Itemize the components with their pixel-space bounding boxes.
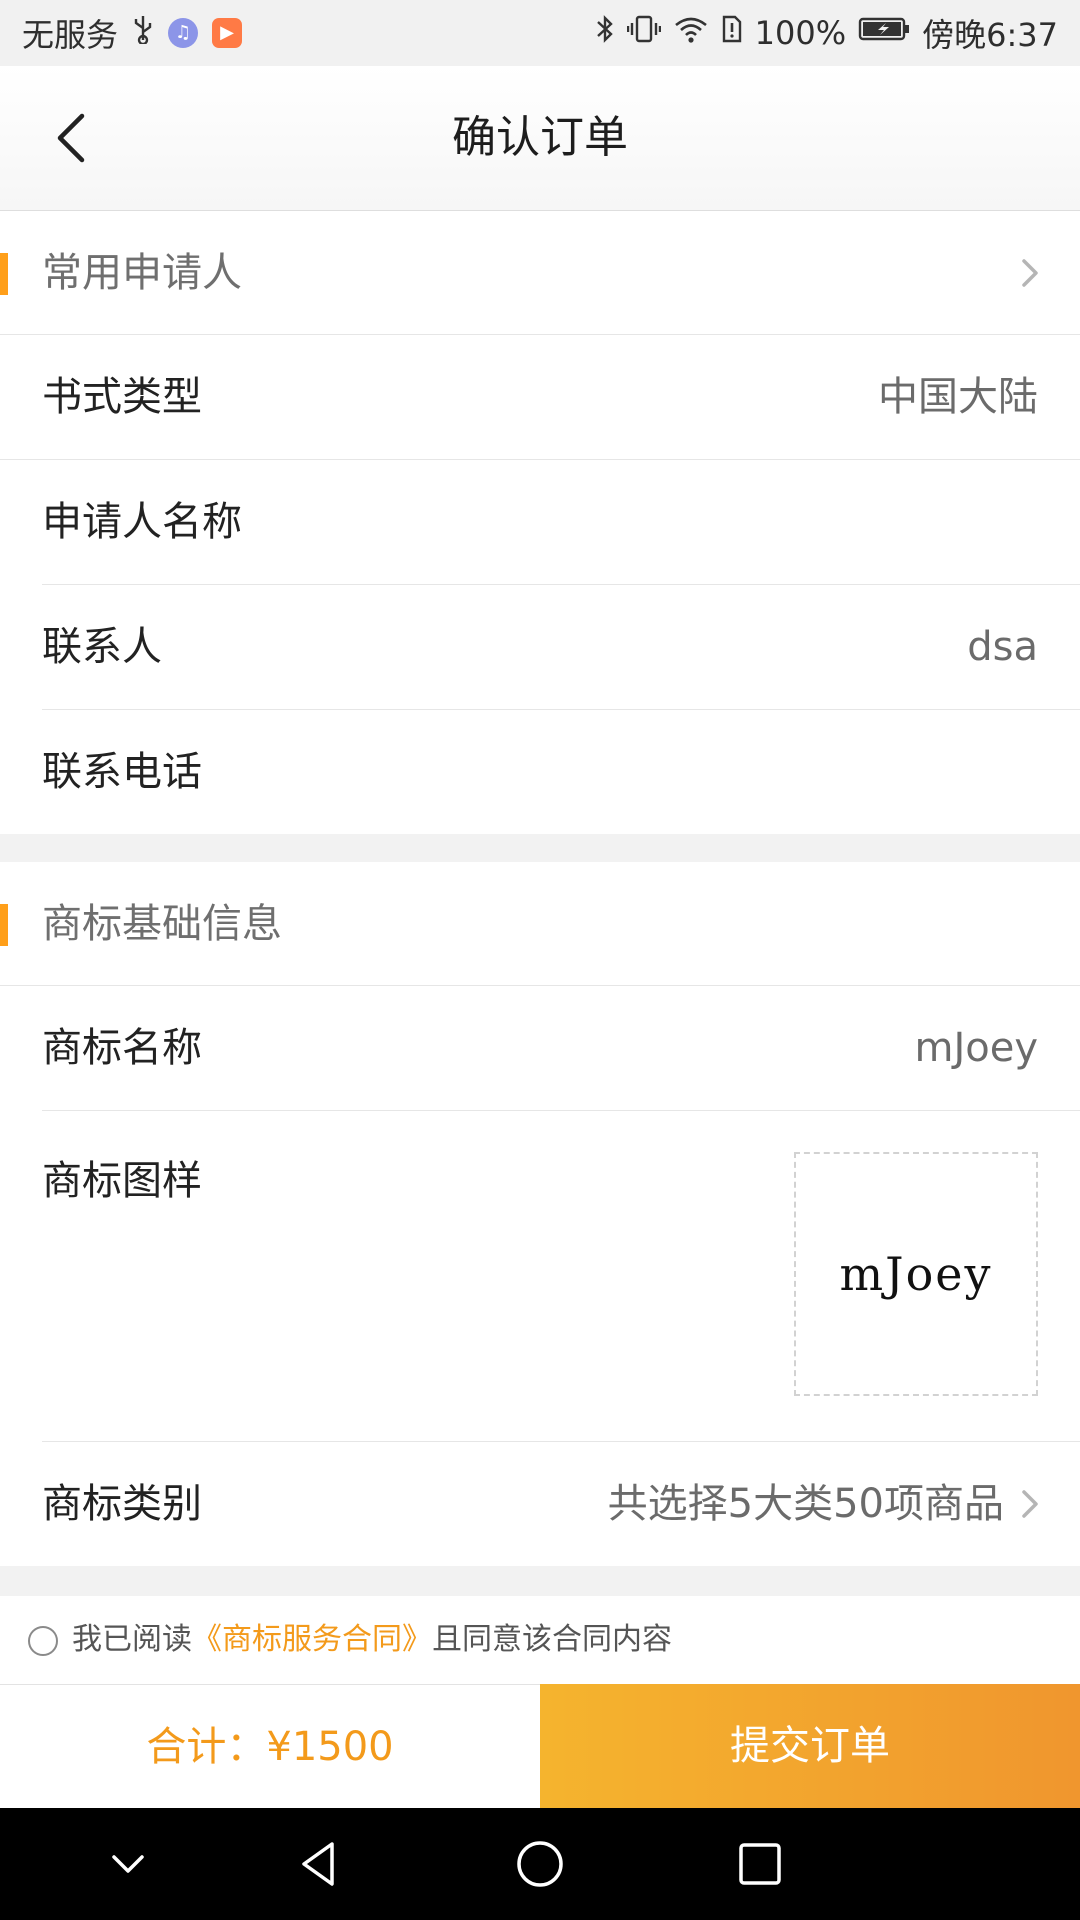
section-title-trademark: 商标基础信息: [42, 901, 282, 947]
chevron-right-icon: [1022, 259, 1038, 287]
status-bar: 无服务 ♫ ▶ 100% 傍晚6:37: [0, 0, 1080, 66]
section-title-applicant: 常用申请人: [42, 250, 242, 296]
trademark-sample-image[interactable]: mJoey: [794, 1152, 1038, 1396]
applicant-name-label: 申请人名称: [42, 499, 242, 545]
contact-person-label: 联系人: [42, 624, 162, 670]
document-type-value: 中国大陆: [878, 374, 1038, 420]
agreement-text: 我已阅读《商标服务合同》且同意该合同内容: [72, 1596, 672, 1684]
contract-link[interactable]: 《商标服务合同》: [192, 1622, 432, 1657]
nav-hide-button[interactable]: [72, 1808, 184, 1920]
agreement-row: 我已阅读《商标服务合同》且同意该合同内容: [0, 1596, 1080, 1684]
trademark-name-label: 商标名称: [42, 1025, 202, 1071]
battery-icon: [858, 14, 910, 52]
contact-phone-label: 联系电话: [42, 749, 202, 795]
section-accent-bar: [0, 904, 8, 946]
back-triangle-icon: [302, 1842, 334, 1886]
sim-alert-icon: [721, 14, 743, 52]
trademark-category-value: 共选择5大类50项商品: [607, 1481, 1004, 1527]
chevron-left-icon: [57, 113, 85, 163]
trademark-category-row[interactable]: 商标类别 共选择5大类50项商品: [0, 1442, 1080, 1566]
bluetooth-icon: [595, 14, 615, 52]
contact-phone-row[interactable]: 联系电话: [0, 710, 1080, 834]
recent-square-icon: [739, 1843, 781, 1885]
vibrate-icon: [626, 14, 661, 52]
nav-home-button[interactable]: [484, 1808, 596, 1920]
video-app-icon: ▶: [212, 18, 243, 48]
trademark-name-row[interactable]: 商标名称 mJoey: [0, 986, 1080, 1110]
document-type-label: 书式类型: [42, 374, 202, 420]
agreement-prefix: 我已阅读: [72, 1622, 192, 1657]
order-total: 合计：¥1500: [0, 1685, 540, 1809]
system-nav-bar: [0, 1808, 1080, 1920]
agreement-suffix: 且同意该合同内容: [432, 1622, 672, 1657]
chevron-down-icon: [112, 1855, 144, 1873]
title-bar: 确认订单: [0, 66, 1080, 211]
contact-person-value: dsa: [967, 624, 1038, 670]
trademark-name-value: mJoey: [914, 1025, 1038, 1071]
status-bar-right: 100% 傍晚6:37: [595, 10, 1058, 56]
trademark-sample-label: 商标图样: [42, 1158, 202, 1204]
bottom-action-bar: 合计：¥1500 提交订单: [0, 1684, 1080, 1809]
trademark-section-header: 商标基础信息: [0, 862, 1080, 986]
trademark-sample-text: mJoey: [839, 1247, 993, 1301]
chevron-right-icon: [1022, 1490, 1038, 1518]
section-gap: [0, 1566, 1080, 1596]
submit-order-button[interactable]: 提交订单: [540, 1684, 1080, 1808]
document-type-row[interactable]: 书式类型 中国大陆: [0, 335, 1080, 459]
home-circle-icon: [517, 1841, 563, 1887]
wifi-icon: [673, 14, 709, 52]
battery-percent: 100%: [754, 14, 847, 52]
usb-icon: [132, 14, 154, 52]
frequent-applicant-row[interactable]: 常用申请人: [0, 211, 1080, 335]
contact-person-row[interactable]: 联系人 dsa: [0, 585, 1080, 709]
nav-back-button[interactable]: [264, 1808, 376, 1920]
back-button[interactable]: [44, 106, 104, 170]
section-gap: [0, 834, 1080, 862]
status-bar-left: 无服务 ♫ ▶: [22, 10, 243, 56]
applicant-name-row[interactable]: 申请人名称: [0, 460, 1080, 584]
music-app-icon: ♫: [168, 18, 199, 48]
agreement-radio[interactable]: [28, 1626, 58, 1656]
trademark-category-label: 商标类别: [42, 1481, 202, 1527]
clock-time: 傍晚6:37: [922, 16, 1058, 54]
page-title: 确认订单: [452, 112, 628, 163]
carrier-text: 无服务: [22, 16, 119, 54]
section-accent-bar: [0, 253, 8, 295]
nav-recent-button[interactable]: [704, 1808, 816, 1920]
